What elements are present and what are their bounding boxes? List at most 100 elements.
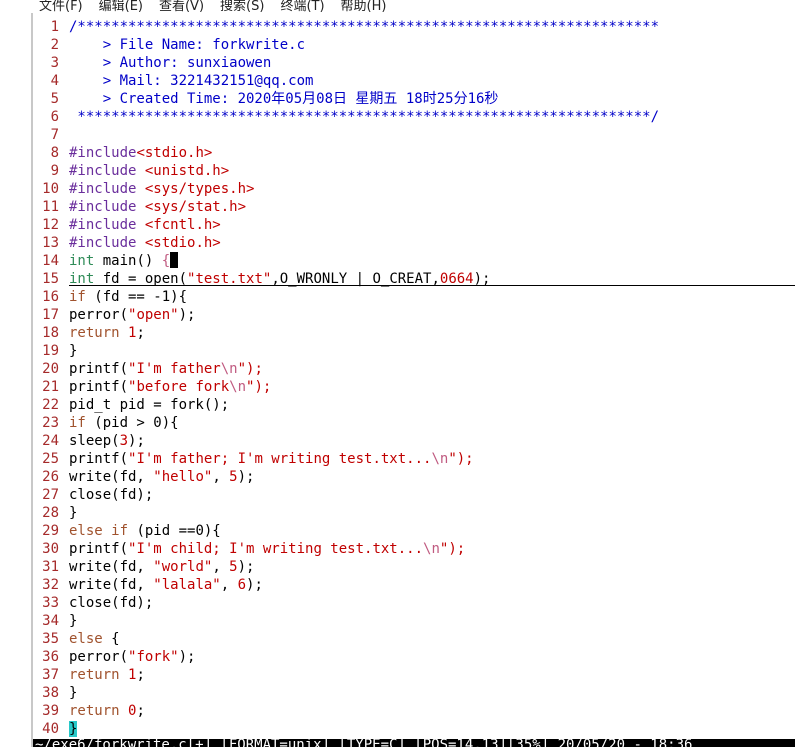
line-number: 1 bbox=[50, 19, 59, 35]
window-left-margin bbox=[0, 0, 31, 747]
code-token: else bbox=[69, 631, 103, 647]
line-number: 25 bbox=[42, 451, 59, 467]
code-text[interactable]: return 0; bbox=[69, 702, 145, 720]
line-number: 14 bbox=[42, 253, 59, 269]
include-path: <stdio.h> bbox=[136, 145, 213, 161]
line-number: 11 bbox=[42, 199, 59, 215]
code-text[interactable]: perror("open"); bbox=[69, 306, 195, 324]
number-literal: 5 bbox=[229, 559, 238, 575]
code-text[interactable]: #include <unistd.h> bbox=[69, 162, 229, 180]
code-line: 2 > File Name: forkwrite.c bbox=[33, 36, 795, 54]
code-line: 39 return 0; bbox=[33, 702, 795, 720]
code-token: pid_t pid = fork(); bbox=[69, 397, 230, 413]
line-number: 30 bbox=[42, 541, 59, 557]
string-literal: "I'm father bbox=[128, 361, 221, 377]
code-text[interactable]: #include<stdio.h> bbox=[69, 144, 212, 162]
code-text[interactable]: sleep(3); bbox=[69, 432, 145, 450]
escape-sequence: \n bbox=[423, 541, 440, 557]
menu-item[interactable]: 文件(F) bbox=[39, 0, 83, 13]
line-number: 19 bbox=[42, 343, 59, 359]
code-text[interactable]: #include <fcntl.h> bbox=[69, 216, 221, 234]
code-text[interactable]: #include <stdio.h> bbox=[69, 234, 221, 252]
code-token: #include bbox=[69, 163, 137, 179]
code-text[interactable]: > Created Time: 2020年05月08日 星期五 18时25分16… bbox=[69, 90, 499, 108]
code-text[interactable]: write(fd, "lalala", 6); bbox=[69, 576, 263, 594]
code-text[interactable]: else if (pid ==0){ bbox=[69, 522, 221, 540]
code-line: 25 printf("I'm father; I'm writing test.t… bbox=[33, 450, 795, 468]
line-number: 12 bbox=[42, 217, 59, 233]
code-line: 3 > Author: sunxiaowen bbox=[33, 54, 795, 72]
vim-statusline: ~/exe6/forkwrite.c[+] [FORMAT=unix] [TYP… bbox=[33, 739, 795, 747]
code-text[interactable]: /***************************************… bbox=[69, 18, 659, 36]
code-token: printf( bbox=[69, 361, 129, 377]
menu-item[interactable]: 编辑(E) bbox=[99, 0, 143, 13]
code-text[interactable]: } bbox=[69, 342, 77, 360]
code-token: else bbox=[69, 523, 103, 539]
code-text[interactable]: } bbox=[69, 504, 77, 522]
line-number: 5 bbox=[50, 91, 59, 107]
menu-item[interactable]: 帮助(H) bbox=[341, 0, 387, 13]
code-line: 24 sleep(3); bbox=[33, 432, 795, 450]
code-text[interactable]: #include <sys/types.h> bbox=[69, 180, 254, 198]
code-line: 14 int main() { bbox=[33, 252, 795, 270]
code-text[interactable]: } bbox=[69, 612, 77, 630]
include-path: <fcntl.h> bbox=[136, 217, 221, 233]
code-token: int bbox=[69, 253, 95, 269]
code-comment: > Author: sunxiaowen bbox=[69, 55, 272, 71]
code-text[interactable]: if (fd == -1){ bbox=[69, 288, 187, 306]
code-text[interactable]: printf("I'm father\n"); bbox=[69, 360, 263, 378]
string-literal: "open" bbox=[128, 307, 179, 323]
code-text[interactable]: ****************************************… bbox=[69, 108, 659, 126]
escape-sequence: \n bbox=[431, 451, 449, 467]
code-text[interactable]: printf("before fork\n"); bbox=[69, 378, 271, 396]
code-text[interactable]: return 1; bbox=[69, 324, 145, 342]
code-text[interactable]: printf("I'm father; I'm writing test.txt… bbox=[69, 450, 474, 468]
line-number: 20 bbox=[42, 361, 59, 377]
escape-sequence: \n bbox=[229, 379, 247, 395]
menu-item[interactable]: 终端(T) bbox=[280, 0, 324, 13]
line-number: 22 bbox=[42, 397, 59, 413]
code-text[interactable]: perror("fork"); bbox=[69, 648, 195, 666]
line-number: 39 bbox=[42, 703, 59, 719]
code-text[interactable]: } bbox=[69, 684, 77, 702]
code-text[interactable]: } bbox=[69, 720, 78, 738]
code-token: close(fd); bbox=[69, 487, 154, 503]
code-token: ; bbox=[136, 325, 145, 341]
code-text[interactable]: else { bbox=[69, 630, 120, 648]
line-number: 6 bbox=[50, 109, 59, 125]
code-text[interactable]: write(fd, "hello", 5); bbox=[69, 468, 254, 486]
code-token: printf( bbox=[69, 379, 129, 395]
code-line: 34} bbox=[33, 612, 795, 630]
code-text[interactable]: int main() { bbox=[69, 252, 179, 270]
code-text[interactable]: > Mail: 3221432151@qq.com bbox=[69, 72, 314, 90]
line-number: 35 bbox=[42, 631, 59, 647]
code-text[interactable]: pid_t pid = fork(); bbox=[69, 396, 229, 414]
code-text[interactable]: #include <sys/stat.h> bbox=[69, 198, 246, 216]
code-text[interactable]: return 1; bbox=[69, 666, 145, 684]
code-line: 18 return 1; bbox=[33, 324, 795, 342]
string-literal: "fork" bbox=[128, 649, 179, 665]
code-line: 12 #include <fcntl.h> bbox=[33, 216, 795, 234]
code-token: #include bbox=[69, 199, 137, 215]
vim-editor[interactable]: 1 /**************************************… bbox=[33, 18, 795, 739]
string-literal: "world" bbox=[153, 559, 213, 575]
code-line: 17 perror("open"); bbox=[33, 306, 795, 324]
code-text[interactable]: > File Name: forkwrite.c bbox=[69, 36, 305, 54]
cursor-line-underline bbox=[69, 285, 795, 286]
code-text[interactable]: > Author: sunxiaowen bbox=[69, 54, 272, 72]
code-text[interactable]: printf("I'm child; I'm writing test.txt.… bbox=[69, 540, 465, 558]
include-path: <sys/types.h> bbox=[136, 181, 255, 197]
menu-item[interactable]: 查看(V) bbox=[159, 0, 204, 13]
code-text[interactable]: close(fd); bbox=[69, 486, 153, 504]
code-token: ); bbox=[178, 649, 196, 665]
code-line: 11 #include <sys/stat.h> bbox=[33, 198, 795, 216]
menu-item[interactable]: 搜索(S) bbox=[220, 0, 264, 13]
string-literal: "hello" bbox=[153, 469, 213, 485]
string-literal: "before fork bbox=[128, 379, 230, 395]
code-text[interactable]: if (pid > 0){ bbox=[69, 414, 179, 432]
code-text[interactable]: write(fd, "world", 5); bbox=[69, 558, 254, 576]
code-text[interactable]: close(fd); bbox=[69, 594, 153, 612]
code-token: } bbox=[69, 343, 78, 359]
